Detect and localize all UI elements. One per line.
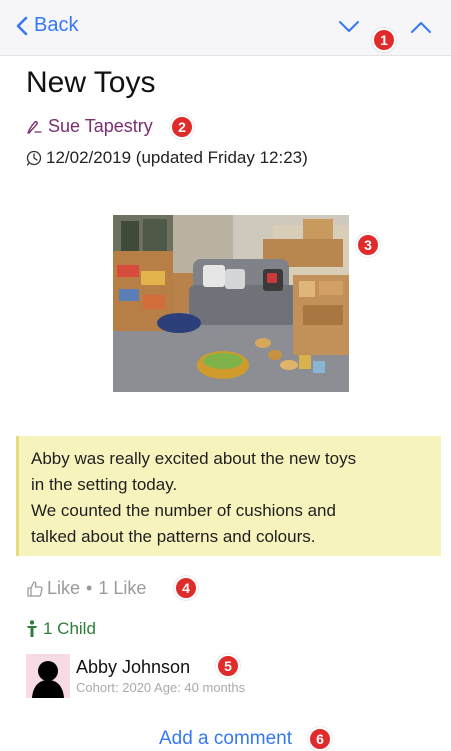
- child-item[interactable]: Abby Johnson Cohort: 2020 Age: 40 months: [26, 654, 245, 698]
- children-toggle[interactable]: 1 Child: [26, 619, 96, 639]
- note-line: We counted the number of cushions and: [31, 501, 336, 520]
- observation-note: Abby was really excited about the new to…: [16, 436, 441, 556]
- pen-icon: [27, 120, 42, 134]
- like-count[interactable]: 1 Like: [98, 578, 146, 599]
- note-line: Abby was really excited about the new to…: [31, 449, 357, 468]
- like-row: Like • 1 Like: [26, 578, 146, 599]
- back-button[interactable]: Back: [16, 14, 78, 37]
- add-comment-link[interactable]: Add a comment: [159, 728, 292, 749]
- badge-3: 3: [356, 233, 380, 257]
- chevron-down-icon[interactable]: [338, 20, 360, 34]
- badge-5: 5: [216, 654, 240, 678]
- observation-photo[interactable]: [113, 215, 349, 392]
- like-separator: •: [86, 578, 93, 598]
- child-silhouette-icon: [26, 654, 70, 698]
- child-meta: Cohort: 2020 Age: 40 months: [76, 680, 246, 695]
- playroom-photo-image: [113, 215, 349, 392]
- note-line: talked about the patterns and colours.: [31, 527, 316, 546]
- note-line: in the setting today.: [31, 475, 178, 494]
- page-title: New Toys: [26, 66, 156, 99]
- like-button[interactable]: Like: [47, 578, 80, 599]
- chevron-left-icon: [16, 16, 28, 35]
- person-icon: [27, 620, 37, 637]
- comment-row: Add a comment: [0, 728, 451, 750]
- back-label: Back: [34, 14, 79, 36]
- badge-6: 6: [308, 727, 332, 751]
- author-row: Sue Tapestry: [26, 116, 153, 137]
- chevron-up-icon[interactable]: [410, 20, 432, 34]
- badge-1: 1: [372, 28, 396, 52]
- thumbs-up-icon[interactable]: [26, 580, 44, 598]
- badge-4: 4: [174, 576, 198, 600]
- children-count: 1 Child: [43, 619, 96, 638]
- date-row: 12/02/2019 (updated Friday 12:23): [26, 148, 308, 168]
- clock-icon: [26, 150, 42, 166]
- avatar: [26, 654, 70, 698]
- badge-2: 2: [170, 115, 194, 139]
- author-name[interactable]: Sue Tapestry: [48, 116, 153, 137]
- post-date: 12/02/2019 (updated Friday 12:23): [46, 148, 308, 167]
